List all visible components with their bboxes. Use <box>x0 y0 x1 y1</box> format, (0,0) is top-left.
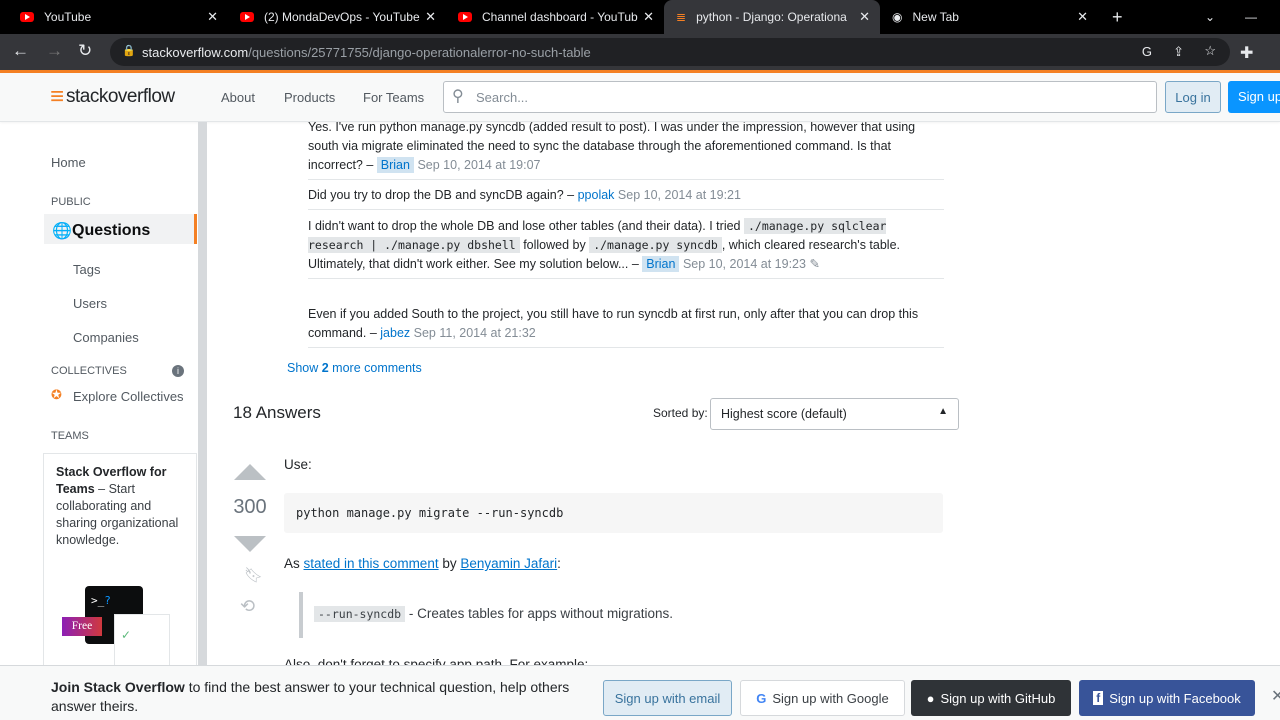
blockquote-bar <box>299 592 303 638</box>
select-arrows-icon: ▲ <box>938 406 948 417</box>
tab-new-tab[interactable]: ◉ New Tab ✕ <box>880 0 1098 34</box>
author-link[interactable]: Benyamin Jafari <box>460 556 557 571</box>
sidebar-section-teams: TEAMS <box>51 430 89 442</box>
sidebar-item-users[interactable]: Users <box>73 296 107 311</box>
forward-icon[interactable]: → <box>46 41 63 61</box>
signup-banner: Join Stack Overflow to find the best ans… <box>0 665 1280 720</box>
youtube-icon <box>20 12 34 22</box>
upvote-button[interactable] <box>234 464 266 480</box>
check-illustration: ✓ <box>114 614 170 666</box>
show-more-comments-link[interactable]: Show 2 more comments <box>287 361 422 375</box>
chrome-icon: ◉ <box>892 10 903 24</box>
google-icon[interactable]: G <box>1142 44 1152 59</box>
sidebar-section-collectives: COLLECTIVES <box>51 365 127 377</box>
google-icon: G <box>756 690 767 706</box>
tab-channel-dashboard[interactable]: Channel dashboard - YouTub ✕ <box>446 0 664 34</box>
tab-search-icon[interactable]: ⌄ <box>1185 0 1215 34</box>
comment: Even if you added South to the project, … <box>308 305 944 348</box>
code-block: python manage.py migrate --run-syncdb <box>284 493 943 533</box>
login-button[interactable]: Log in <box>1165 81 1221 113</box>
nav-products[interactable]: Products <box>284 90 335 105</box>
logo[interactable]: ≡ stackoverflow <box>50 83 175 111</box>
signup-button[interactable]: Sign up <box>1228 81 1280 113</box>
blockquote: --run-syncdb - Creates tables for apps w… <box>314 606 673 622</box>
back-icon[interactable]: ← <box>12 41 29 61</box>
tab-strip: YouTube ✕ (2) MondaDevOps - YouTube ✕ Chan… <box>0 0 1280 34</box>
comment-link[interactable]: stated in this comment <box>304 556 439 571</box>
sidebar-item-tags[interactable]: Tags <box>73 262 100 277</box>
youtube-icon <box>240 12 254 22</box>
comment-user-link[interactable]: Brian <box>642 256 680 272</box>
answer-paragraph: As stated in this comment by Benyamin Ja… <box>284 556 561 571</box>
main-content: Yes. I've run python manage.py syncdb (a… <box>207 122 1280 665</box>
logo-icon: ≡ <box>50 83 65 110</box>
youtube-icon <box>458 12 472 22</box>
close-tab-icon[interactable]: ✕ <box>425 9 436 25</box>
tab-youtube[interactable]: YouTube ✕ <box>0 0 228 34</box>
history-icon[interactable]: ⟲ <box>240 596 255 617</box>
nav-about[interactable]: About <box>221 90 255 105</box>
sidebar-item-questions[interactable]: 🌐 Questions <box>44 214 197 244</box>
new-tab-button[interactable]: + <box>1100 0 1123 34</box>
address-bar-row: ← → ↻ 🔒 stackoverflow.com/questions/25771… <box>0 34 1280 70</box>
site-header: ≡ stackoverflow About Products For Teams … <box>0 73 1280 122</box>
signup-github-button[interactable]: ● Sign up with GitHub <box>911 680 1071 716</box>
bookmark-star-icon[interactable]: ☆ <box>1204 43 1216 59</box>
close-tab-icon[interactable]: ✕ <box>859 9 870 25</box>
sidebar-scrollbar[interactable] <box>198 122 207 665</box>
comment-user-link[interactable]: ppolak <box>578 188 615 202</box>
close-banner-icon[interactable]: ✕ <box>1271 686 1280 706</box>
reload-icon[interactable]: ↻ <box>78 41 92 61</box>
bookmark-icon[interactable]: 🔖︎ <box>244 566 263 584</box>
github-icon: ● <box>926 690 935 706</box>
extensions-icon[interactable]: ✚ <box>1240 43 1253 63</box>
collectives-icon: ✪ <box>51 387 62 402</box>
answers-count: 18 Answers <box>233 403 321 422</box>
comment: Yes. I've run python manage.py syncdb (a… <box>308 122 944 180</box>
sidebar-section-public: PUBLIC <box>51 196 91 208</box>
minimize-icon[interactable]: — <box>1225 0 1257 34</box>
comment: Did you try to drop the DB and syncDB ag… <box>308 186 944 210</box>
close-tab-icon[interactable]: ✕ <box>1077 9 1088 25</box>
search-icon: ⚲ <box>452 88 464 105</box>
sidebar-item-home[interactable]: Home <box>51 155 86 170</box>
sort-select[interactable]: Highest score (default) ▲ <box>710 398 959 430</box>
free-badge: Free <box>62 617 102 636</box>
signup-google-button[interactable]: G Sign up with Google <box>740 680 905 716</box>
close-tab-icon[interactable]: ✕ <box>207 9 218 25</box>
vote-count: 300 <box>233 496 267 518</box>
sort-label: Sorted by: <box>653 406 708 420</box>
signup-facebook-button[interactable]: f Sign up with Facebook <box>1079 680 1255 716</box>
url-input[interactable]: 🔒 stackoverflow.com/questions/25771755/dj… <box>110 38 1230 66</box>
comment-user-link[interactable]: jabez <box>380 326 410 340</box>
info-icon[interactable]: i <box>172 365 184 377</box>
facebook-icon: f <box>1093 691 1104 705</box>
edit-pencil-icon[interactable]: ✎ <box>809 257 819 271</box>
tab-mondadevops[interactable]: (2) MondaDevOps - YouTube ✕ <box>228 0 446 34</box>
signup-email-button[interactable]: Sign up with email <box>603 680 732 716</box>
comment-user-link[interactable]: Brian <box>376 157 414 173</box>
close-tab-icon[interactable]: ✕ <box>643 9 654 25</box>
teams-promo[interactable]: Stack Overflow for Teams – Start collabo… <box>43 453 197 666</box>
sidebar-item-explore-collectives[interactable]: Explore Collectives <box>73 389 184 404</box>
comment: I didn't want to drop the whole DB and l… <box>308 217 944 279</box>
globe-icon: 🌐 <box>52 223 72 240</box>
sidebar-item-companies[interactable]: Companies <box>73 330 139 345</box>
downvote-button[interactable] <box>234 536 266 552</box>
search-input[interactable]: ⚲ Search... <box>443 81 1157 113</box>
share-icon[interactable]: ⇪ <box>1173 44 1184 60</box>
tab-python-django[interactable]: ≣ python - Django: Operationa ✕ <box>664 0 880 34</box>
stackoverflow-icon: ≣ <box>676 10 687 24</box>
nav-for-teams[interactable]: For Teams <box>363 90 424 105</box>
lock-icon: 🔒 <box>122 45 136 57</box>
